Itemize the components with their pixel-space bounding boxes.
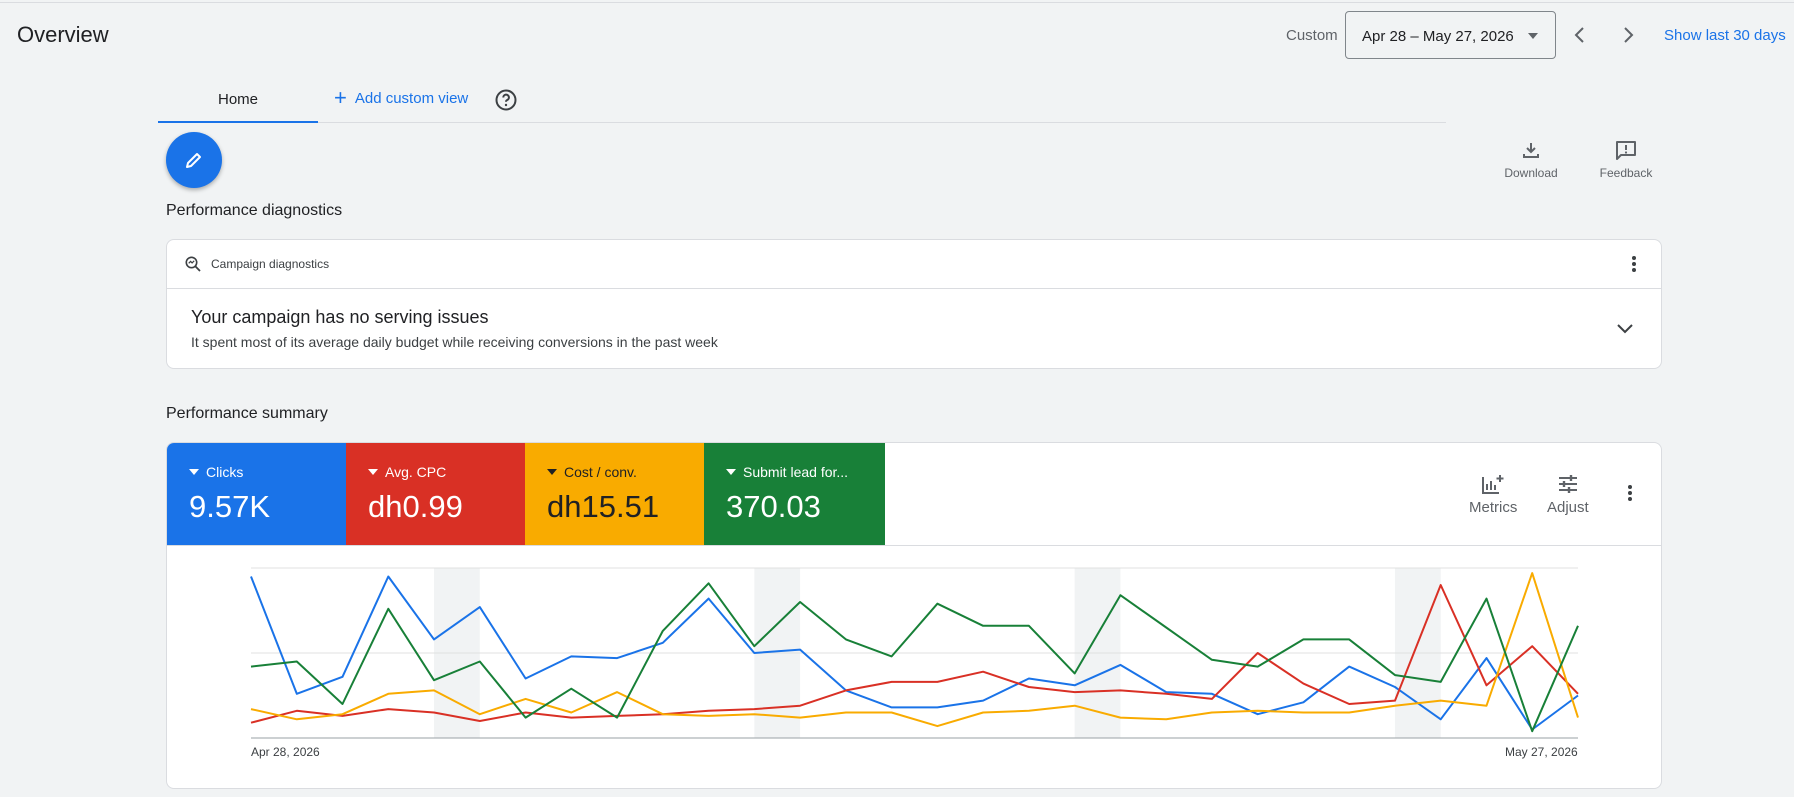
adjust-label: Adjust bbox=[1547, 499, 1589, 516]
metrics-button[interactable]: Metrics bbox=[1469, 473, 1517, 516]
metric-value: dh15.51 bbox=[547, 489, 660, 524]
diagnostics-card-header: Campaign diagnostics bbox=[167, 240, 1661, 289]
page-title: Overview bbox=[17, 22, 109, 47]
metrics-icon bbox=[1482, 475, 1504, 494]
more-options-icon[interactable] bbox=[1631, 254, 1637, 279]
metric-dropdown-icon bbox=[726, 469, 736, 475]
performance-line-chart bbox=[250, 567, 1579, 739]
metrics-label: Metrics bbox=[1469, 499, 1518, 516]
tune-icon bbox=[1558, 475, 1577, 493]
metric-tile-avg-cpc[interactable]: Avg. CPC dh0.99 bbox=[346, 443, 525, 545]
add-custom-view-label: Add custom view bbox=[354, 89, 469, 107]
chevron-down-icon[interactable] bbox=[1615, 322, 1635, 340]
metric-label: Cost / conv. bbox=[564, 464, 637, 480]
feedback-button[interactable]: Feedback bbox=[1586, 140, 1666, 180]
campaign-diagnostics-label: Campaign diagnostics bbox=[211, 257, 330, 271]
active-tab-indicator bbox=[158, 121, 318, 123]
chevron-right-icon bbox=[1624, 27, 1634, 43]
tab-home[interactable]: Home bbox=[158, 85, 318, 123]
show-last-30-days-link[interactable]: Show last 30 days bbox=[1664, 27, 1786, 44]
date-range-select[interactable]: Apr 28 – May 27, 2026 bbox=[1345, 11, 1556, 59]
diagnostics-search-icon bbox=[184, 255, 202, 278]
performance-diagnostics-title: Performance diagnostics bbox=[166, 202, 343, 219]
metric-value: 9.57K bbox=[189, 489, 271, 524]
top-divider bbox=[0, 2, 1794, 3]
help-icon[interactable] bbox=[494, 88, 518, 117]
feedback-icon bbox=[1616, 141, 1636, 160]
metric-label: Submit lead for... bbox=[743, 464, 849, 480]
add-custom-view-button[interactable]: + Add custom view bbox=[334, 85, 469, 110]
metric-dropdown-icon bbox=[547, 469, 557, 475]
download-label: Download bbox=[1504, 166, 1558, 180]
plus-icon: + bbox=[334, 85, 347, 110]
next-period-button[interactable] bbox=[1611, 18, 1645, 52]
x-axis-end-label: May 27, 2026 bbox=[1505, 745, 1578, 759]
edit-button[interactable] bbox=[166, 132, 222, 188]
metric-dropdown-icon bbox=[368, 469, 378, 475]
more-options-icon[interactable] bbox=[1627, 483, 1633, 508]
pencil-icon bbox=[186, 153, 201, 168]
metric-tile-clicks[interactable]: Clicks 9.57K bbox=[167, 443, 346, 545]
diagnostics-detail: It spent most of its average daily budge… bbox=[191, 334, 718, 350]
adjust-button[interactable]: Adjust bbox=[1547, 473, 1589, 516]
tab-home-label: Home bbox=[217, 91, 258, 108]
date-range-value: Apr 28 – May 27, 2026 bbox=[1362, 28, 1514, 45]
diagnostics-headline: Your campaign has no serving issues bbox=[191, 307, 489, 327]
download-button[interactable]: Download bbox=[1491, 140, 1571, 180]
metric-value: 370.03 bbox=[726, 489, 821, 524]
metric-label: Avg. CPC bbox=[385, 464, 447, 480]
x-axis-start-label: Apr 28, 2026 bbox=[251, 745, 320, 759]
date-range-type-label: Custom bbox=[1286, 27, 1338, 44]
metric-label: Clicks bbox=[206, 464, 244, 480]
dropdown-caret-icon bbox=[1528, 33, 1538, 39]
performance-summary-card: Clicks 9.57K Avg. CPC dh0.99 Cost / conv… bbox=[166, 442, 1662, 789]
metric-tile-submit-lead[interactable]: Submit lead for... 370.03 bbox=[704, 443, 885, 545]
campaign-diagnostics-card: Campaign diagnostics Your campaign has n… bbox=[166, 239, 1662, 369]
tabs-divider bbox=[158, 122, 1446, 123]
chevron-left-icon bbox=[1574, 27, 1584, 43]
previous-period-button[interactable] bbox=[1563, 18, 1597, 52]
feedback-label: Feedback bbox=[1599, 166, 1653, 180]
metric-value: dh0.99 bbox=[368, 489, 463, 524]
performance-summary-title: Performance summary bbox=[166, 405, 328, 422]
metric-dropdown-icon bbox=[189, 469, 199, 475]
metric-tile-cost-per-conv[interactable]: Cost / conv. dh15.51 bbox=[525, 443, 704, 545]
download-icon bbox=[1523, 143, 1539, 158]
